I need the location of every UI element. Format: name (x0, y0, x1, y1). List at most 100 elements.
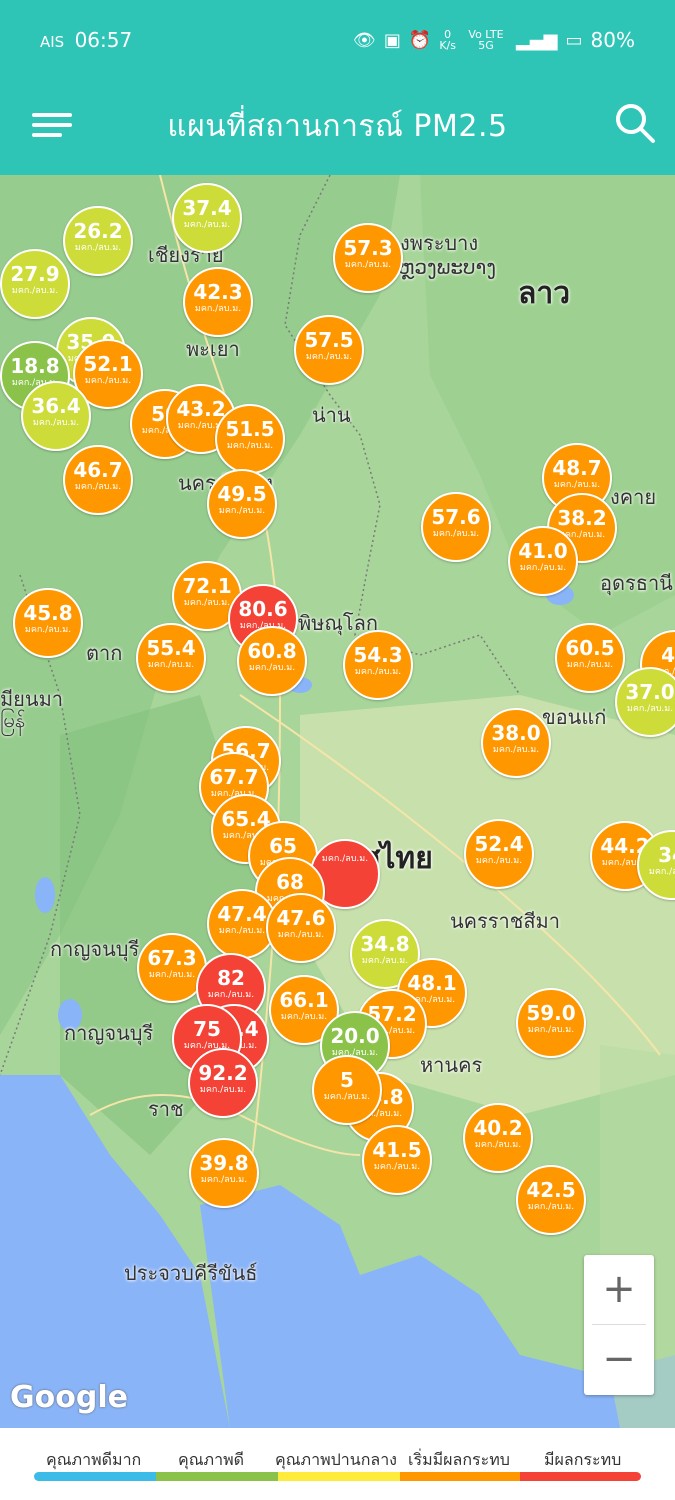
pm25-value: 47.4 (217, 902, 267, 926)
app-bar: แผนที่สถานการณ์ PM2.5 (0, 85, 675, 175)
pm25-unit: มคก./ลบ.ม. (492, 745, 540, 755)
pm25-unit: มคก./ลบ.ม. (226, 441, 274, 451)
zoom-control: + − (584, 1255, 654, 1395)
place-label-nakhon-ratchasima: นครราชสีมา (450, 909, 560, 933)
pm25-unit: มคก./ลบ.ม. (527, 1202, 575, 1212)
pm25-unit: มคก./ลบ.ม. (354, 667, 402, 677)
pm25-value: 92.2 (198, 1061, 248, 1085)
pm25-unit: มคก./ลบ.ม. (474, 1140, 522, 1150)
legend-label-unhealthy-start: เริ่มมีผลกระทบ (408, 1450, 510, 1469)
pm25-marker[interactable]: 26.2 มคก./ลบ.ม. (63, 206, 133, 276)
pm25-marker[interactable]: 59.0 มคก./ลบ.ม. (516, 988, 586, 1058)
pm25-value: 66.1 (279, 988, 329, 1012)
pm25-marker[interactable]: 5 มคก./ลบ.ม. (312, 1055, 382, 1125)
pm25-marker[interactable]: 45.8 มคก./ลบ.ม. (13, 588, 83, 658)
pm25-marker[interactable]: 54.3 มคก./ลบ.ม. (343, 630, 413, 700)
pm25-marker[interactable]: 49.5 มคก./ลบ.ม. (207, 469, 277, 539)
pm25-unit: มคก./ลบ.ม. (527, 1025, 575, 1035)
zoom-out-button[interactable]: − (584, 1325, 654, 1394)
pm25-value: 60.8 (247, 639, 297, 663)
map-view[interactable]: เชียงราย พะเยา น่าน ลาว งพระบาง ຫຼວງພະບາ… (0, 175, 675, 1428)
pm25-marker[interactable]: 47.6 มคก./ลบ.ม. (266, 893, 336, 963)
place-label-nong-khai: งคาย (610, 485, 657, 509)
legend-bar-very-good (34, 1472, 156, 1481)
pm25-unit: มคก./ลบ.ม. (207, 990, 255, 1000)
place-label-laos: ลาว (518, 276, 571, 311)
pm25-marker[interactable]: 46.7 มคก./ลบ.ม. (63, 445, 133, 515)
battery-icon: ▭ (565, 29, 583, 51)
place-label-tak: ตาก (86, 641, 123, 665)
pm25-marker[interactable]: 40.2 มคก./ลบ.ม. (463, 1103, 533, 1173)
pm25-value: 55.4 (146, 636, 196, 660)
legend-bar-good (156, 1472, 278, 1481)
pm25-marker[interactable]: 51.5 มคก./ลบ.ม. (215, 404, 285, 474)
pm25-value: 47.6 (276, 906, 326, 930)
pm25-marker[interactable]: 27.9 มคก./ลบ.ม. (0, 249, 70, 319)
pm25-unit: มคก./ลบ.ม. (11, 286, 59, 296)
pm25-value: 51.5 (225, 417, 275, 441)
pm25-value: 37.0 (625, 680, 675, 704)
pm25-unit: มคก./ลบ.ม. (24, 625, 72, 635)
pm25-value: 59.0 (526, 1001, 576, 1025)
pm25-unit: มคก./ลบ.ม. (475, 856, 523, 866)
pm25-marker[interactable]: 37.4 มคก./ลบ.ม. (172, 183, 242, 253)
pm25-marker[interactable]: 57.5 มคก./ลบ.ม. (294, 315, 364, 385)
pm25-marker[interactable]: 42.5 มคก./ลบ.ม. (516, 1165, 586, 1235)
pm25-unit: มคก./ลบ.ม. (183, 220, 231, 230)
network-type: Vo LTE 5G (468, 28, 504, 52)
pm25-marker[interactable]: 60.5 มคก./ลบ.ม. (555, 623, 625, 693)
pm25-value: 39.8 (199, 1151, 249, 1175)
place-label-bangkok: หานคร (420, 1053, 483, 1077)
pm25-marker[interactable]: 38.0 มคก./ลบ.ม. (481, 708, 551, 778)
pm25-value: 52.4 (474, 832, 524, 856)
pm25-value: 67.3 (147, 946, 197, 970)
place-label-ratchaburi: ราช (148, 1097, 184, 1121)
pm25-marker[interactable]: 36.4 มคก./ลบ.ม. (21, 381, 91, 451)
pm25-unit: มคก./ลบ.ม. (74, 243, 122, 253)
pm25-value: 41.0 (518, 539, 568, 563)
legend-label-good: คุณภาพดี (178, 1450, 245, 1469)
pm25-marker[interactable]: 41.0 มคก./ลบ.ม. (508, 526, 578, 596)
pm25-value: 36.4 (31, 394, 81, 418)
pm25-value: 65 (269, 834, 297, 858)
pm25-marker[interactable]: 92.2 มคก./ลบ.ม. (188, 1048, 258, 1118)
pm25-unit: มคก./ลบ.ม. (280, 1012, 328, 1022)
pm25-value: 48.1 (407, 971, 457, 995)
pm25-unit: มคก./ลบ.ม. (648, 867, 675, 877)
pm25-marker[interactable]: 42.3 มคก./ลบ.ม. (183, 267, 253, 337)
pm25-value: 42.5 (526, 1178, 576, 1202)
pm25-marker[interactable]: 57.3 มคก./ลบ.ม. (333, 223, 403, 293)
pm25-value: 60.5 (565, 636, 615, 660)
pm25-unit: มคก./ลบ.ม. (305, 352, 353, 362)
pm25-unit: มคก./ลบ.ม. (248, 663, 296, 673)
place-label-prachuap: ประจวบคีรีขันธ์ (124, 1261, 258, 1285)
pm25-marker[interactable]: 55.4 มคก./ลบ.ม. (136, 623, 206, 693)
pm25-value: 42.3 (193, 280, 243, 304)
pm25-value: 68 (276, 870, 304, 894)
pm25-value: 34.8 (360, 932, 410, 956)
pm25-unit: มคก./ลบ.ม. (84, 376, 132, 386)
pm25-unit: มคก./ลบ.ม. (626, 704, 674, 714)
place-label-phayao: พะเยา (186, 337, 240, 361)
pm25-unit: มคก./ลบ.ม. (361, 956, 409, 966)
pm25-value: 49.5 (217, 482, 267, 506)
status-left: AIS 06:57 (40, 28, 132, 52)
place-label-udon: อุดรธานี (600, 571, 673, 595)
pm25-marker[interactable]: 60.8 มคก./ลบ.ม. (237, 626, 307, 696)
place-label-kanchanaburi-1: กาญจนบุรี (50, 937, 140, 961)
zoom-in-button[interactable]: + (584, 1255, 654, 1324)
pm25-marker[interactable]: 57.6 มคก./ลบ.ม. (421, 492, 491, 562)
pm25-marker[interactable]: 41.5 มคก./ลบ.ม. (362, 1125, 432, 1195)
pm25-unit: มคก./ลบ.ม. (321, 854, 369, 864)
pm25-marker[interactable]: 52.4 มคก./ลบ.ม. (464, 819, 534, 889)
search-icon[interactable] (613, 101, 657, 145)
pm25-marker[interactable]: 39.8 มคก./ลบ.ม. (189, 1138, 259, 1208)
pm25-unit: มคก./ลบ.ม. (194, 304, 242, 314)
pm25-unit: มคก./ลบ.ม. (432, 529, 480, 539)
place-label-luang-prabang-lao: ຫຼວງພະບາງ (398, 255, 496, 279)
pm25-value: 40 (661, 643, 675, 667)
place-label-nan: น่าน (312, 403, 351, 427)
google-logo: Google (10, 1380, 128, 1415)
legend-bar-unhealthy-start (400, 1472, 520, 1481)
legend-label-very-good: คุณภาพดีมาก (46, 1450, 142, 1469)
